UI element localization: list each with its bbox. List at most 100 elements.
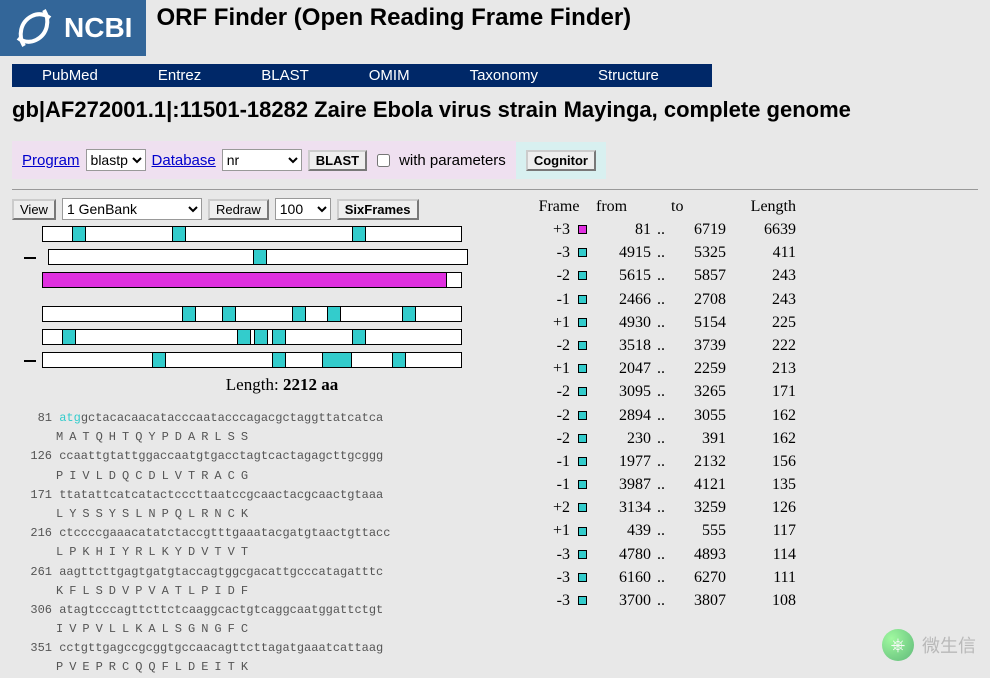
orf-row[interactable]: -13987..4121135 <box>522 473 978 496</box>
orf-segment[interactable] <box>72 226 86 242</box>
orf-color-icon <box>578 225 587 234</box>
program-select[interactable]: blastp <box>86 149 146 171</box>
page-title: ORF Finder (Open Reading Frame Finder) <box>156 0 631 37</box>
orf-color-icon <box>578 480 587 489</box>
orf-row[interactable]: -23095..3265171 <box>522 380 978 403</box>
orf-color-icon <box>578 364 587 373</box>
with-params-checkbox[interactable] <box>377 154 390 167</box>
ncbi-logo[interactable]: NCBI <box>0 0 146 56</box>
length-label: Length: 2212 aa <box>42 375 522 395</box>
with-params-label: with parameters <box>399 152 506 169</box>
frame-diagram <box>42 226 522 368</box>
frame-track <box>42 352 522 368</box>
frame-track <box>42 272 522 288</box>
program-link[interactable]: Program <box>22 152 80 169</box>
orf-segment[interactable] <box>253 249 267 265</box>
orf-table-header: Frame from to Length <box>522 198 978 216</box>
orf-row[interactable]: -25615..5857243 <box>522 264 978 287</box>
orf-segment[interactable] <box>254 329 268 345</box>
orf-color-icon <box>578 550 587 559</box>
nav-omim[interactable]: OMIM <box>339 64 440 87</box>
orf-segment[interactable] <box>42 272 447 288</box>
frame-bar[interactable] <box>42 306 462 322</box>
orf-color-icon <box>578 411 587 420</box>
orf-color-icon <box>578 341 587 350</box>
orf-row[interactable]: +12047..2259213 <box>522 357 978 380</box>
orf-color-icon <box>578 295 587 304</box>
frame-track <box>42 226 522 242</box>
nav-pubmed[interactable]: PubMed <box>12 64 128 87</box>
orf-segment[interactable] <box>352 329 366 345</box>
view-controls: View 1 GenBank Redraw 100 SixFrames <box>12 198 522 220</box>
orf-segment[interactable] <box>62 329 76 345</box>
sequence-heading: gb|AF272001.1|:11501-18282 Zaire Ebola v… <box>12 97 978 123</box>
orf-segment[interactable] <box>272 329 286 345</box>
orf-segment[interactable] <box>327 306 341 322</box>
orf-list: Frame from to Length +381..67196639-3491… <box>522 198 978 612</box>
page-header: NCBI ORF Finder (Open Reading Frame Find… <box>0 0 990 56</box>
orf-segment[interactable] <box>272 352 286 368</box>
frame-bar[interactable] <box>42 226 462 242</box>
orf-segment[interactable] <box>182 306 196 322</box>
database-link[interactable]: Database <box>152 152 216 169</box>
sequence-block: 81 atggctacacaacatacccaatacccagacgctaggt… <box>12 409 522 678</box>
watermark-text: 微生信 <box>922 632 976 658</box>
width-select[interactable]: 100 <box>275 198 331 220</box>
orf-segment[interactable] <box>292 306 306 322</box>
nav-bar: PubMed Entrez BLAST OMIM Taxonomy Struct… <box>12 64 712 87</box>
orf-row[interactable]: -23518..3739222 <box>522 334 978 357</box>
orf-segment[interactable] <box>222 306 236 322</box>
frame-bar[interactable] <box>42 329 462 345</box>
sixframes-button[interactable]: SixFrames <box>337 199 419 220</box>
logo-text: NCBI <box>64 12 132 44</box>
format-select[interactable]: 1 GenBank <box>62 198 202 220</box>
orf-color-icon <box>578 434 587 443</box>
orf-segment[interactable] <box>352 226 366 242</box>
orf-segment[interactable] <box>402 306 416 322</box>
main-area: View 1 GenBank Redraw 100 SixFrames Leng… <box>12 198 978 678</box>
cognitor-panel: Cognitor <box>516 142 606 179</box>
blast-button[interactable]: BLAST <box>308 150 367 171</box>
left-column: View 1 GenBank Redraw 100 SixFrames Leng… <box>12 198 522 678</box>
nav-structure[interactable]: Structure <box>568 64 689 87</box>
orf-row[interactable]: -34780..4893114 <box>522 543 978 566</box>
orf-row[interactable]: -36160..6270111 <box>522 566 978 589</box>
orf-row[interactable]: -22894..3055162 <box>522 404 978 427</box>
orf-color-icon <box>578 248 587 257</box>
orf-row[interactable]: +14930..5154225 <box>522 311 978 334</box>
view-button[interactable]: View <box>12 199 56 220</box>
orf-color-icon <box>578 387 587 396</box>
orf-row[interactable]: +1439..555117 <box>522 519 978 542</box>
cognitor-button[interactable]: Cognitor <box>526 150 596 171</box>
watermark-icon: ⎈ <box>882 629 914 661</box>
nav-taxonomy[interactable]: Taxonomy <box>440 64 568 87</box>
frame-track <box>42 249 522 265</box>
orf-segment[interactable] <box>392 352 406 368</box>
frame-track <box>42 329 522 345</box>
nav-entrez[interactable]: Entrez <box>128 64 231 87</box>
orf-segment[interactable] <box>322 352 352 368</box>
orf-row[interactable]: -12466..2708243 <box>522 288 978 311</box>
program-panel: Program blastp Database nr BLAST with pa… <box>12 141 516 179</box>
orf-row[interactable]: -11977..2132156 <box>522 450 978 473</box>
orf-row[interactable]: -33700..3807108 <box>522 589 978 612</box>
blast-controls: Program blastp Database nr BLAST with pa… <box>12 141 978 179</box>
orf-color-icon <box>578 573 587 582</box>
frame-track <box>42 306 522 322</box>
redraw-button[interactable]: Redraw <box>208 199 269 220</box>
minus-icon <box>24 257 36 259</box>
watermark: ⎈ 微生信 <box>882 629 976 661</box>
orf-row[interactable]: -34915..5325411 <box>522 241 978 264</box>
orf-color-icon <box>578 318 587 327</box>
orf-color-icon <box>578 457 587 466</box>
orf-segment[interactable] <box>237 329 251 345</box>
orf-table: Frame from to Length +381..67196639-3491… <box>522 198 978 612</box>
orf-color-icon <box>578 527 587 536</box>
orf-segment[interactable] <box>152 352 166 368</box>
orf-segment[interactable] <box>172 226 186 242</box>
orf-row[interactable]: +381..67196639 <box>522 218 978 241</box>
orf-row[interactable]: +23134..3259126 <box>522 496 978 519</box>
database-select[interactable]: nr <box>222 149 302 171</box>
orf-row[interactable]: -2230..391162 <box>522 427 978 450</box>
nav-blast[interactable]: BLAST <box>231 64 339 87</box>
